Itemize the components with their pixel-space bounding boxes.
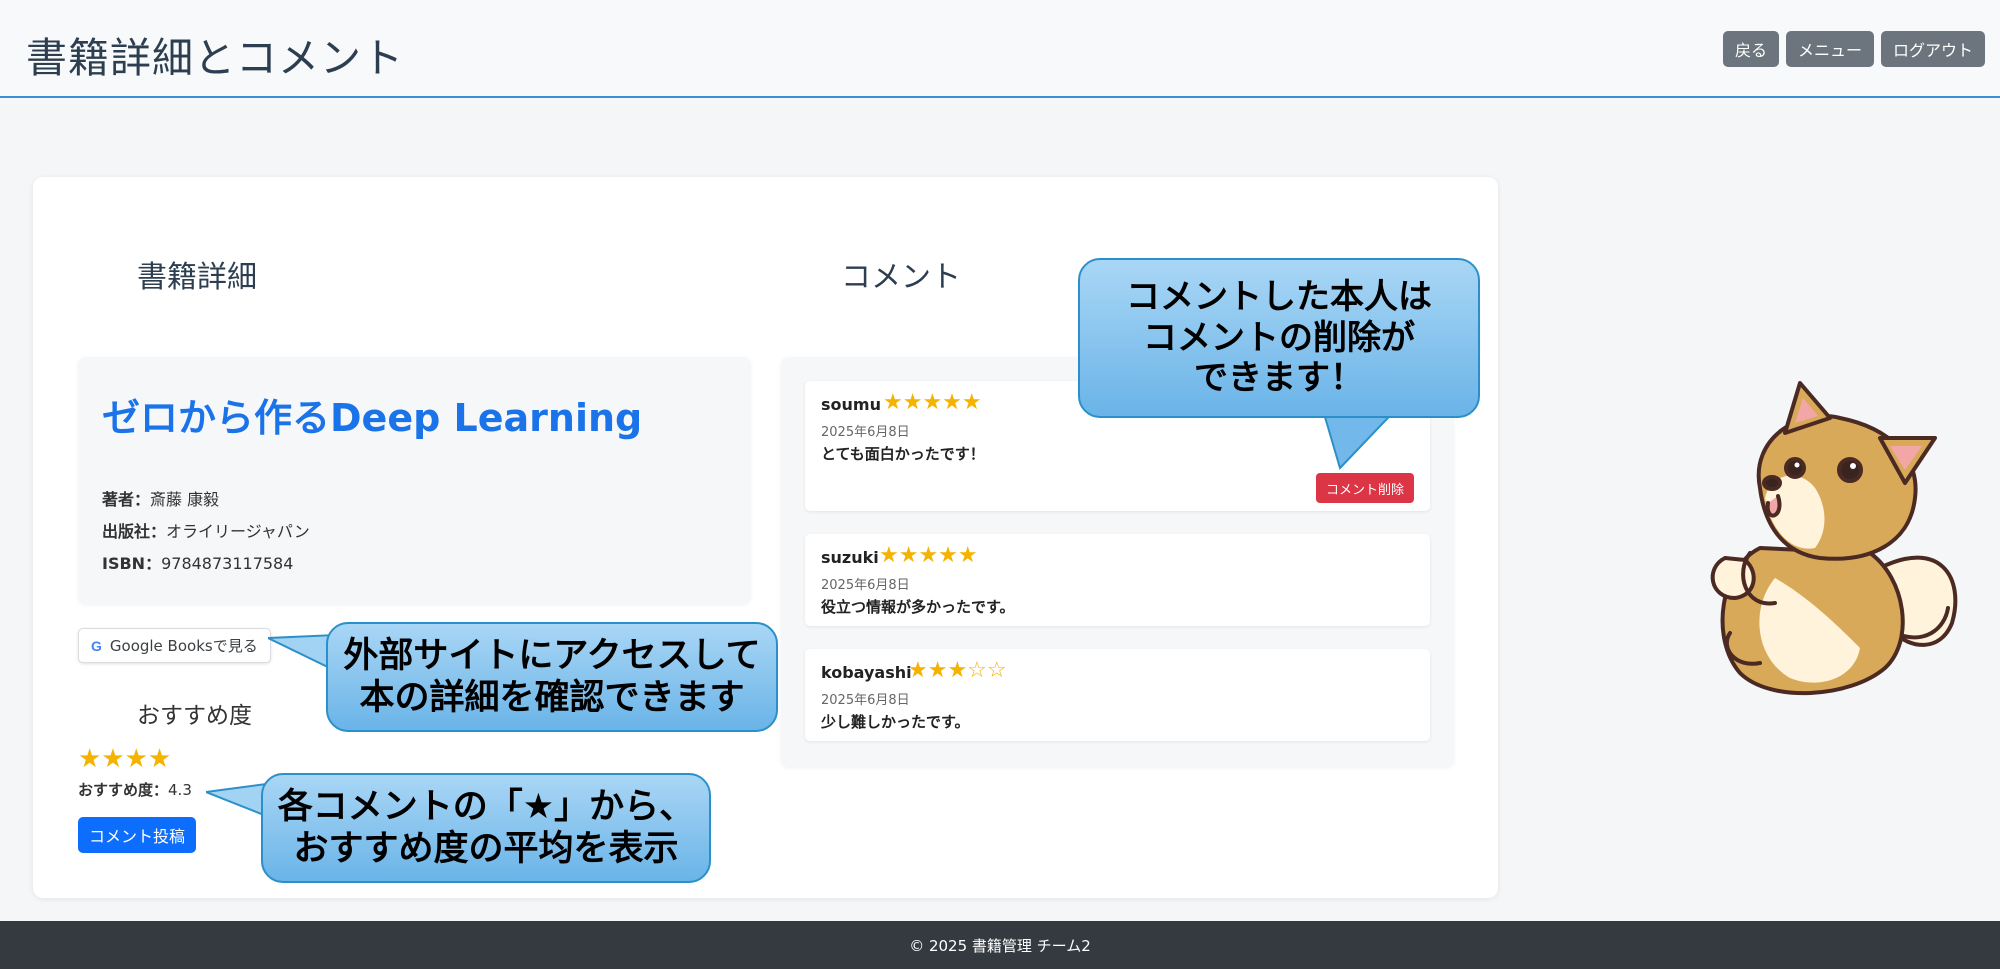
comment-date: 2025年6月8日: [821, 578, 910, 593]
recommendation-score: おすすめ度：4.3: [78, 779, 192, 800]
comment-user: soumu: [821, 395, 881, 414]
callout-line: 各コメントの「★」から、: [277, 787, 695, 827]
post-comment-button[interactable]: コメント投稿: [78, 817, 196, 853]
callout-line: コメントの削除が: [1143, 317, 1415, 358]
google-books-label: Google Booksで見る: [109, 637, 258, 655]
comment-date: 2025年6月8日: [821, 425, 910, 440]
google-icon: G: [91, 637, 102, 654]
comments-heading: コメント: [841, 260, 961, 295]
comment-user: suzuki: [821, 548, 879, 567]
author-label: 著者：: [102, 490, 151, 509]
footer: © 2025 書籍管理 チーム2: [0, 921, 2000, 969]
score-label: おすすめ度：: [78, 781, 169, 799]
comment-date: 2025年6月8日: [821, 693, 910, 708]
comment-card: suzuki ★★★★★ 2025年6月8日 役立つ情報が多かったです。: [805, 534, 1430, 626]
book-detail-heading: 書籍詳細: [137, 260, 257, 295]
menu-button[interactable]: メニュー: [1786, 31, 1874, 67]
delete-callout: コメントした本人は コメントの削除が できます！: [1078, 258, 1480, 418]
comment-text: 少し難しかったです。: [821, 713, 970, 731]
callout-line: コメントした本人は: [1126, 276, 1432, 317]
book-detail-card: ゼロから作るDeep Learning 著者：斎藤 康毅 出版社：オライリージャ…: [78, 357, 751, 604]
top-header: 書籍詳細とコメント 戻る メニュー ログアウト: [0, 0, 2000, 98]
publisher-row: 出版社：オライリージャパン: [102, 518, 310, 542]
logout-button[interactable]: ログアウト: [1881, 31, 1985, 67]
recommendation-heading: おすすめ度: [137, 703, 252, 729]
author-row: 著者：斎藤 康毅: [102, 486, 219, 510]
footer-copyright: © 2025 書籍管理 チーム2: [909, 936, 1091, 955]
comment-stars: ★★★★★: [883, 390, 982, 415]
callout-line: おすすめ度の平均を表示: [293, 829, 679, 869]
score-value: 4.3: [168, 781, 192, 799]
isbn-row: ISBN：9784873117584: [102, 550, 293, 574]
book-title: ゼロから作るDeep Learning: [102, 396, 643, 440]
recommendation-stars: ★★★★: [78, 744, 172, 774]
average-callout: 各コメントの「★」から、 おすすめ度の平均を表示: [261, 773, 711, 883]
google-books-button[interactable]: G Google Booksで見る: [78, 628, 271, 663]
isbn-label: ISBN：: [102, 554, 162, 573]
page-title: 書籍詳細とコメント: [26, 34, 404, 82]
comment-stars: ★★★★★: [879, 543, 978, 568]
author-value: 斎藤 康毅: [150, 490, 220, 509]
callout-line: 外部サイトにアクセスして: [343, 636, 761, 676]
shiba-inu-mascot-icon: [1710, 381, 1958, 696]
publisher-label: 出版社：: [102, 522, 167, 541]
publisher-value: オライリージャパン: [166, 522, 310, 541]
isbn-value: 9784873117584: [161, 554, 294, 573]
comment-user: kobayashi: [821, 663, 912, 682]
comment-text: 役立つ情報が多かったです。: [821, 598, 1015, 616]
external-site-callout: 外部サイトにアクセスして 本の詳細を確認できます: [326, 622, 778, 732]
callout-line: できます！: [1194, 358, 1364, 399]
comment-text: とても面白かったです！: [821, 445, 985, 463]
comment-stars: ★★★☆☆: [908, 658, 1007, 683]
back-button[interactable]: 戻る: [1723, 31, 1779, 67]
comment-card: kobayashi ★★★☆☆ 2025年6月8日 少し難しかったです。: [805, 649, 1430, 741]
callout-line: 本の詳細を確認できます: [359, 678, 745, 718]
